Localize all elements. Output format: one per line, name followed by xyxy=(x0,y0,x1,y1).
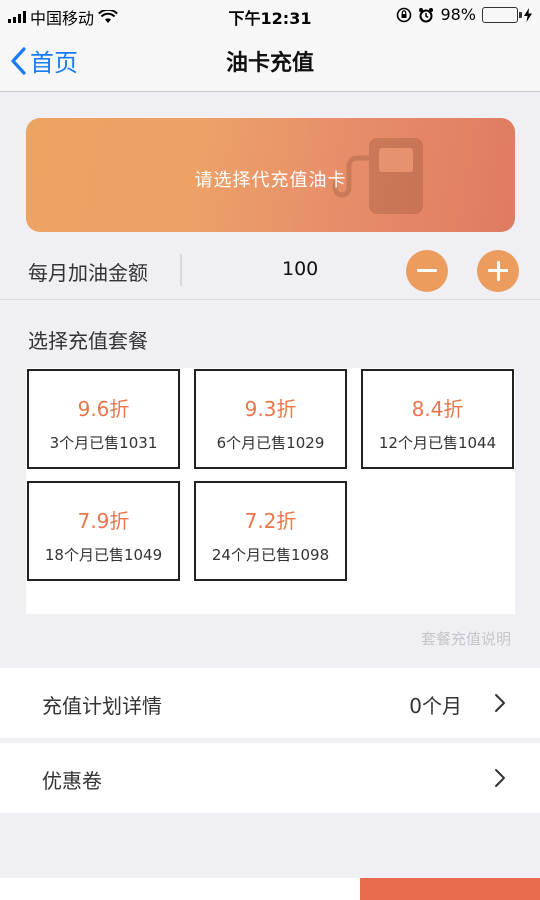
chevron-right-icon xyxy=(495,769,505,787)
package-sold: 24个月已售1098 xyxy=(211,546,330,564)
battery-percent: 98% xyxy=(440,5,476,24)
coupon-label: 优惠卷 xyxy=(42,769,102,793)
plan-details-label: 充值计划详情 xyxy=(42,694,162,718)
package-sold: 18个月已售1049 xyxy=(44,546,163,564)
page-title: 油卡充值 xyxy=(225,51,314,76)
divider xyxy=(180,254,182,286)
select-card-banner[interactable]: 请选择代充值油卡 xyxy=(26,118,515,232)
package-discount: 9.6折 xyxy=(77,397,130,421)
package-option-18-months[interactable]: 7.9折 18个月已售1049 xyxy=(27,481,180,581)
rotation-lock-icon xyxy=(397,7,412,22)
package-sold: 12个月已售1044 xyxy=(378,434,497,452)
package-option-12-months[interactable]: 8.4折 12个月已售1044 xyxy=(361,369,514,469)
monthly-amount-value: 100 xyxy=(282,258,319,280)
banner-text: 请选择代充值油卡 xyxy=(194,170,347,191)
submit-button[interactable] xyxy=(360,878,540,900)
plan-months-value: 0个月 xyxy=(409,694,462,718)
package-option-6-months[interactable]: 9.3折 6个月已售1029 xyxy=(194,369,347,469)
status-right: 98% xyxy=(396,5,532,24)
package-discount: 7.2折 xyxy=(244,509,297,533)
charging-icon xyxy=(524,7,532,22)
chevron-right-icon xyxy=(495,694,505,712)
package-section-title: 选择充值套餐 xyxy=(28,329,148,353)
decrease-amount-button[interactable] xyxy=(406,250,448,292)
monthly-amount-row: 每月加油金额 100 xyxy=(0,240,540,300)
package-sold: 3个月已售1031 xyxy=(49,434,158,452)
package-option-24-months[interactable]: 7.2折 24个月已售1098 xyxy=(194,481,347,581)
increase-amount-button[interactable] xyxy=(477,250,519,292)
package-option-3-months[interactable]: 9.6折 3个月已售1031 xyxy=(27,369,180,469)
battery-icon xyxy=(482,6,522,23)
alarm-icon xyxy=(419,7,434,22)
status-bar: 中国移动 下午12:31 98% xyxy=(0,0,540,30)
coupon-row[interactable]: 优惠卷 xyxy=(0,743,540,813)
package-instructions-link[interactable]: 套餐充值说明 xyxy=(421,628,511,649)
package-discount: 7.9折 xyxy=(77,509,130,533)
plan-details-row[interactable]: 充值计划详情 0个月 xyxy=(0,668,540,738)
package-sold: 6个月已售1029 xyxy=(216,434,325,452)
package-discount: 9.3折 xyxy=(244,397,297,421)
package-grid: 9.6折 3个月已售1031 9.3折 6个月已售1029 8.4折 12个月已… xyxy=(26,368,515,614)
package-discount: 8.4折 xyxy=(411,397,464,421)
navigation-bar: 首页 油卡充值 xyxy=(0,30,540,92)
monthly-amount-label: 每月加油金额 xyxy=(28,261,148,285)
